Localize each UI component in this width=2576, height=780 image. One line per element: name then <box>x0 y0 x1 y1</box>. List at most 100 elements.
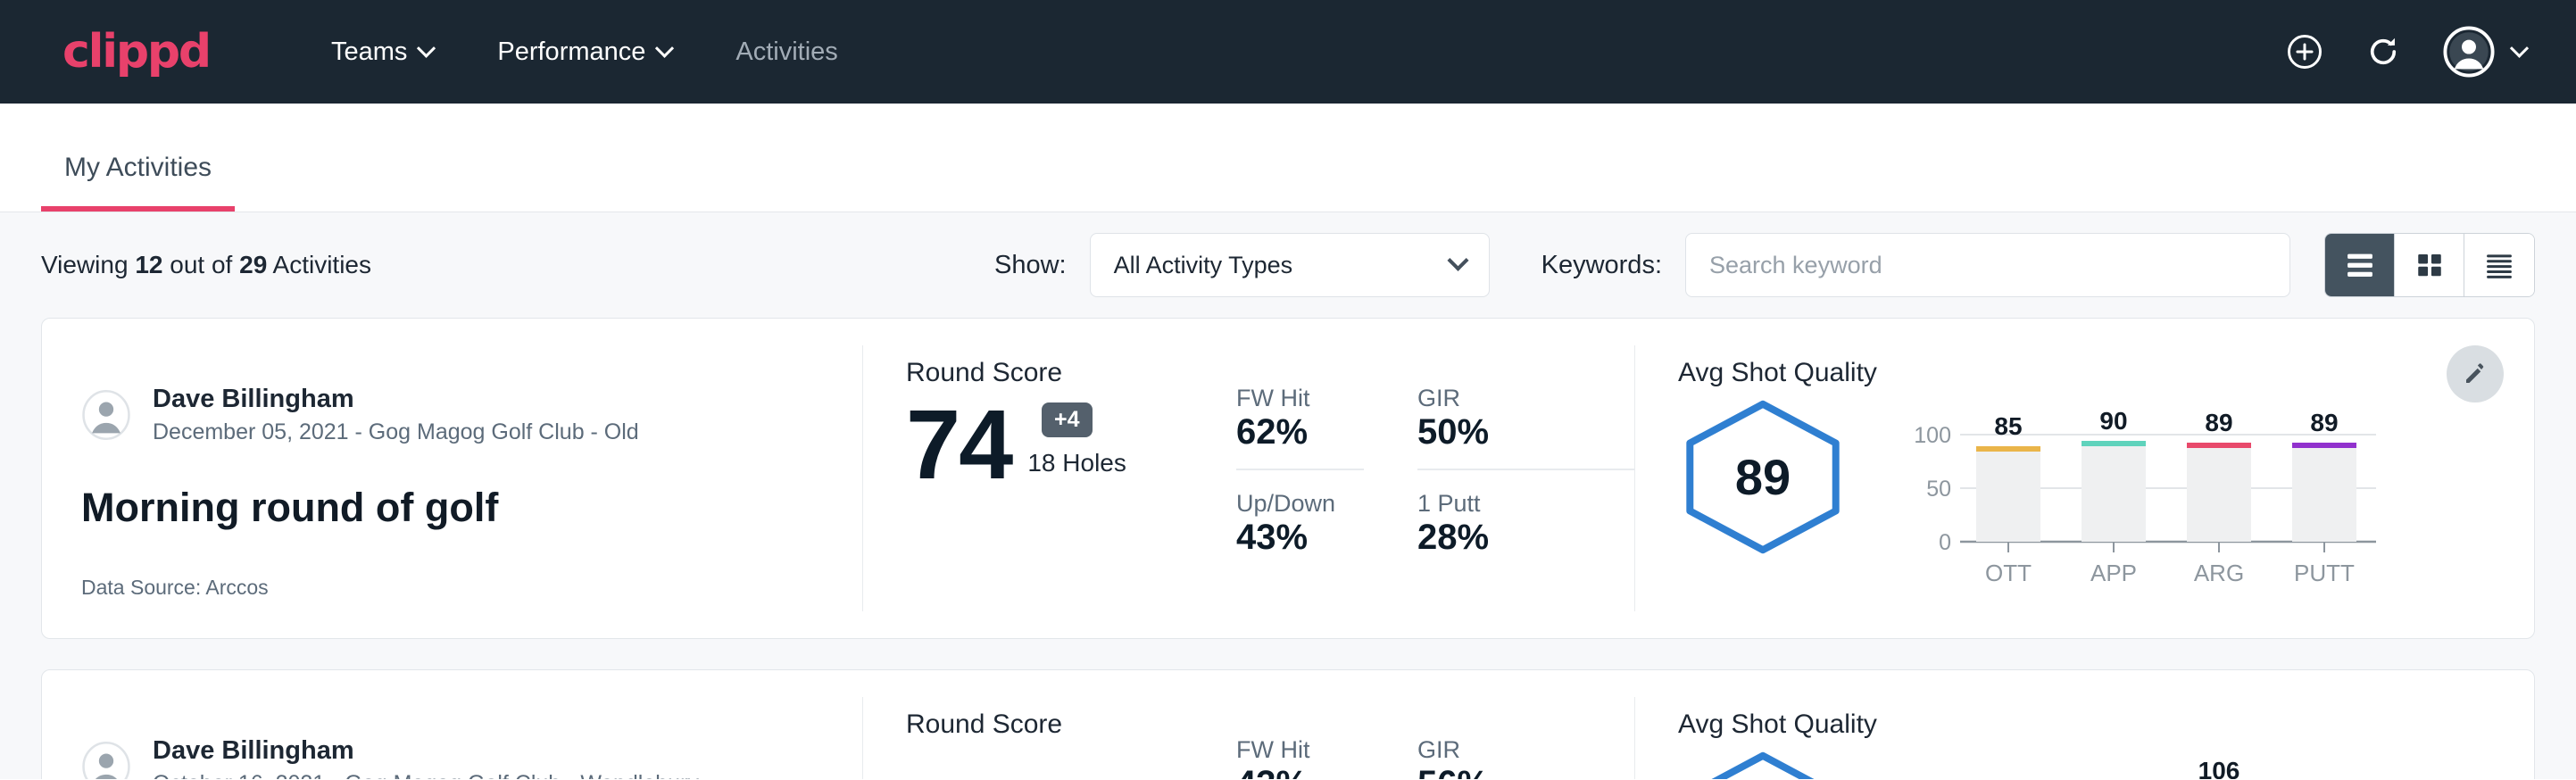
svg-text:OTT: OTT <box>1985 560 2032 586</box>
stat-label: FW Hit <box>1236 385 1364 412</box>
owner-name: Dave Billingham <box>153 736 699 766</box>
stat-value: 43% <box>1236 764 1364 779</box>
activity-info-column: Dave Billingham October 16, 2021 - Gog M… <box>42 697 863 779</box>
round-score-label: Round Score <box>906 709 1220 740</box>
top-navigation-bar: clippd Teams Performance Activities <box>0 0 2576 104</box>
grid-view-icon <box>2414 250 2446 280</box>
bar-chart: 100 94 82 106 87 <box>1905 758 2387 779</box>
avg-shot-quality-column: Avg Shot Quality 100 94 <box>1635 670 2534 779</box>
view-mode-list[interactable] <box>2325 234 2395 296</box>
stat-value: 50% <box>1417 412 1634 470</box>
stat-label: GIR <box>1417 736 1634 764</box>
list-view-icon <box>2343 250 2377 280</box>
nav-item-activities[interactable]: Activities <box>703 29 869 76</box>
svg-text:89: 89 <box>2205 409 2232 436</box>
round-score-label: Round Score <box>906 358 1220 388</box>
holes-played: 18 Holes <box>1027 449 1126 477</box>
stat-value: 43% <box>1236 518 1364 574</box>
svg-text:90: 90 <box>2099 407 2127 435</box>
viewing-prefix: Viewing <box>41 251 129 278</box>
edit-activity-button[interactable] <box>2447 345 2504 402</box>
bar-chart: 100 50 0 85 OTT 90 APP <box>1905 406 2387 593</box>
activity-stats-grid: FW Hit GIR 43% 56% <box>1220 697 1635 779</box>
keywords-label: Keywords: <box>1541 251 1662 280</box>
svg-text:89: 89 <box>2310 409 2338 436</box>
nav-item-label: Activities <box>735 37 837 67</box>
plus-circle-icon <box>2286 33 2323 71</box>
view-mode-toggle <box>2324 233 2535 297</box>
owner-name: Dave Billingham <box>153 385 639 414</box>
chevron-down-icon <box>417 38 436 57</box>
activity-card[interactable]: Dave Billingham October 16, 2021 - Gog M… <box>41 669 2535 779</box>
chevron-down-icon <box>1447 249 1468 270</box>
avatar <box>81 742 131 779</box>
refresh-button[interactable] <box>2364 33 2402 71</box>
svg-text:100: 100 <box>1914 423 1951 448</box>
stat-label: Up/Down <box>1236 490 1364 518</box>
avg-shot-quality-column: Avg Shot Quality 89 100 <box>1635 319 2534 638</box>
search-input[interactable] <box>1685 233 2290 297</box>
activity-data-source: Data Source: Arccos <box>81 576 862 600</box>
viewing-suffix: Activities <box>273 251 371 278</box>
nav-item-performance[interactable]: Performance <box>465 29 703 76</box>
main-nav: Teams Performance Activities <box>299 29 870 76</box>
activity-title: Morning round of golf <box>81 485 862 531</box>
svg-text:94: 94 <box>1994 775 2023 779</box>
round-score-value: 74 <box>906 394 1011 497</box>
activity-card[interactable]: Dave Billingham December 05, 2021 - Gog … <box>41 318 2535 639</box>
owner-meta: October 16, 2021 - Gog Magog Golf Club -… <box>153 771 699 779</box>
shot-quality-hexagon <box>1678 751 1848 779</box>
user-avatar-icon <box>2443 26 2495 78</box>
viewing-mid: out of <box>170 251 232 278</box>
viewing-total: 29 <box>239 251 267 278</box>
shot-quality-value: 89 <box>1678 399 1848 555</box>
stat-value: 28% <box>1417 518 1634 574</box>
filter-controls: Show: All Activity Types Keywords: <box>994 233 2535 297</box>
round-score-value-row: 74 +4 18 Holes <box>906 394 1220 497</box>
viewing-count: 12 <box>135 251 162 278</box>
activity-type-value: All Activity Types <box>1114 252 1293 279</box>
shot-quality-chart: 100 50 0 85 OTT 90 APP <box>1905 406 2387 598</box>
avg-shot-quality-label: Avg Shot Quality <box>1678 358 2534 388</box>
tab-label: My Activities <box>64 153 212 182</box>
svg-text:ARG: ARG <box>2194 560 2244 586</box>
top-bar-actions <box>2286 26 2526 78</box>
stat-label: GIR <box>1417 385 1634 412</box>
app-logo[interactable]: clippd <box>62 29 210 75</box>
refresh-icon <box>2364 33 2402 71</box>
stat-label: FW Hit <box>1236 736 1364 764</box>
activity-stats-grid: FW Hit GIR 62% 50% Up/Down 1 Putt 43% 28… <box>1220 345 1635 611</box>
score-to-par-badge: +4 <box>1042 402 1093 437</box>
chevron-down-icon <box>2510 38 2529 57</box>
hexagon-icon <box>1678 751 1848 779</box>
nav-item-label: Performance <box>497 37 645 67</box>
activity-owner: Dave Billingham October 16, 2021 - Gog M… <box>81 736 862 779</box>
nav-item-teams[interactable]: Teams <box>299 29 465 76</box>
add-activity-button[interactable] <box>2286 33 2323 71</box>
stat-value: 62% <box>1236 412 1364 470</box>
page-body: Viewing 12 out of 29 Activities Show: Al… <box>0 212 2576 779</box>
stat-label: 1 Putt <box>1417 490 1634 518</box>
owner-meta: December 05, 2021 - Gog Magog Golf Club … <box>153 419 639 445</box>
svg-text:85: 85 <box>1994 412 2022 440</box>
svg-text:50: 50 <box>1926 477 1951 502</box>
filter-bar: Viewing 12 out of 29 Activities Show: Al… <box>41 212 2535 318</box>
svg-text:APP: APP <box>2090 560 2137 586</box>
user-menu-button[interactable] <box>2443 26 2526 78</box>
show-label: Show: <box>994 251 1067 280</box>
svg-text:PUTT: PUTT <box>2294 560 2355 586</box>
avatar <box>81 390 131 440</box>
tab-my-activities[interactable]: My Activities <box>41 153 235 212</box>
shot-quality-chart: 100 94 82 106 87 <box>1905 758 2387 779</box>
view-mode-grid[interactable] <box>2395 234 2464 296</box>
activity-info-column: Dave Billingham December 05, 2021 - Gog … <box>42 345 863 611</box>
page-tab-bar: My Activities <box>0 104 2576 212</box>
pencil-icon <box>2462 361 2489 387</box>
viewing-summary: Viewing 12 out of 29 Activities <box>41 251 371 279</box>
round-score-column: Round Score 74 +4 18 Holes <box>863 319 1220 638</box>
activity-type-select[interactable]: All Activity Types <box>1090 233 1490 297</box>
nav-item-label: Teams <box>331 37 407 67</box>
stat-value: 56% <box>1417 764 1634 779</box>
chevron-down-icon <box>655 38 674 57</box>
view-mode-compact[interactable] <box>2464 234 2534 296</box>
